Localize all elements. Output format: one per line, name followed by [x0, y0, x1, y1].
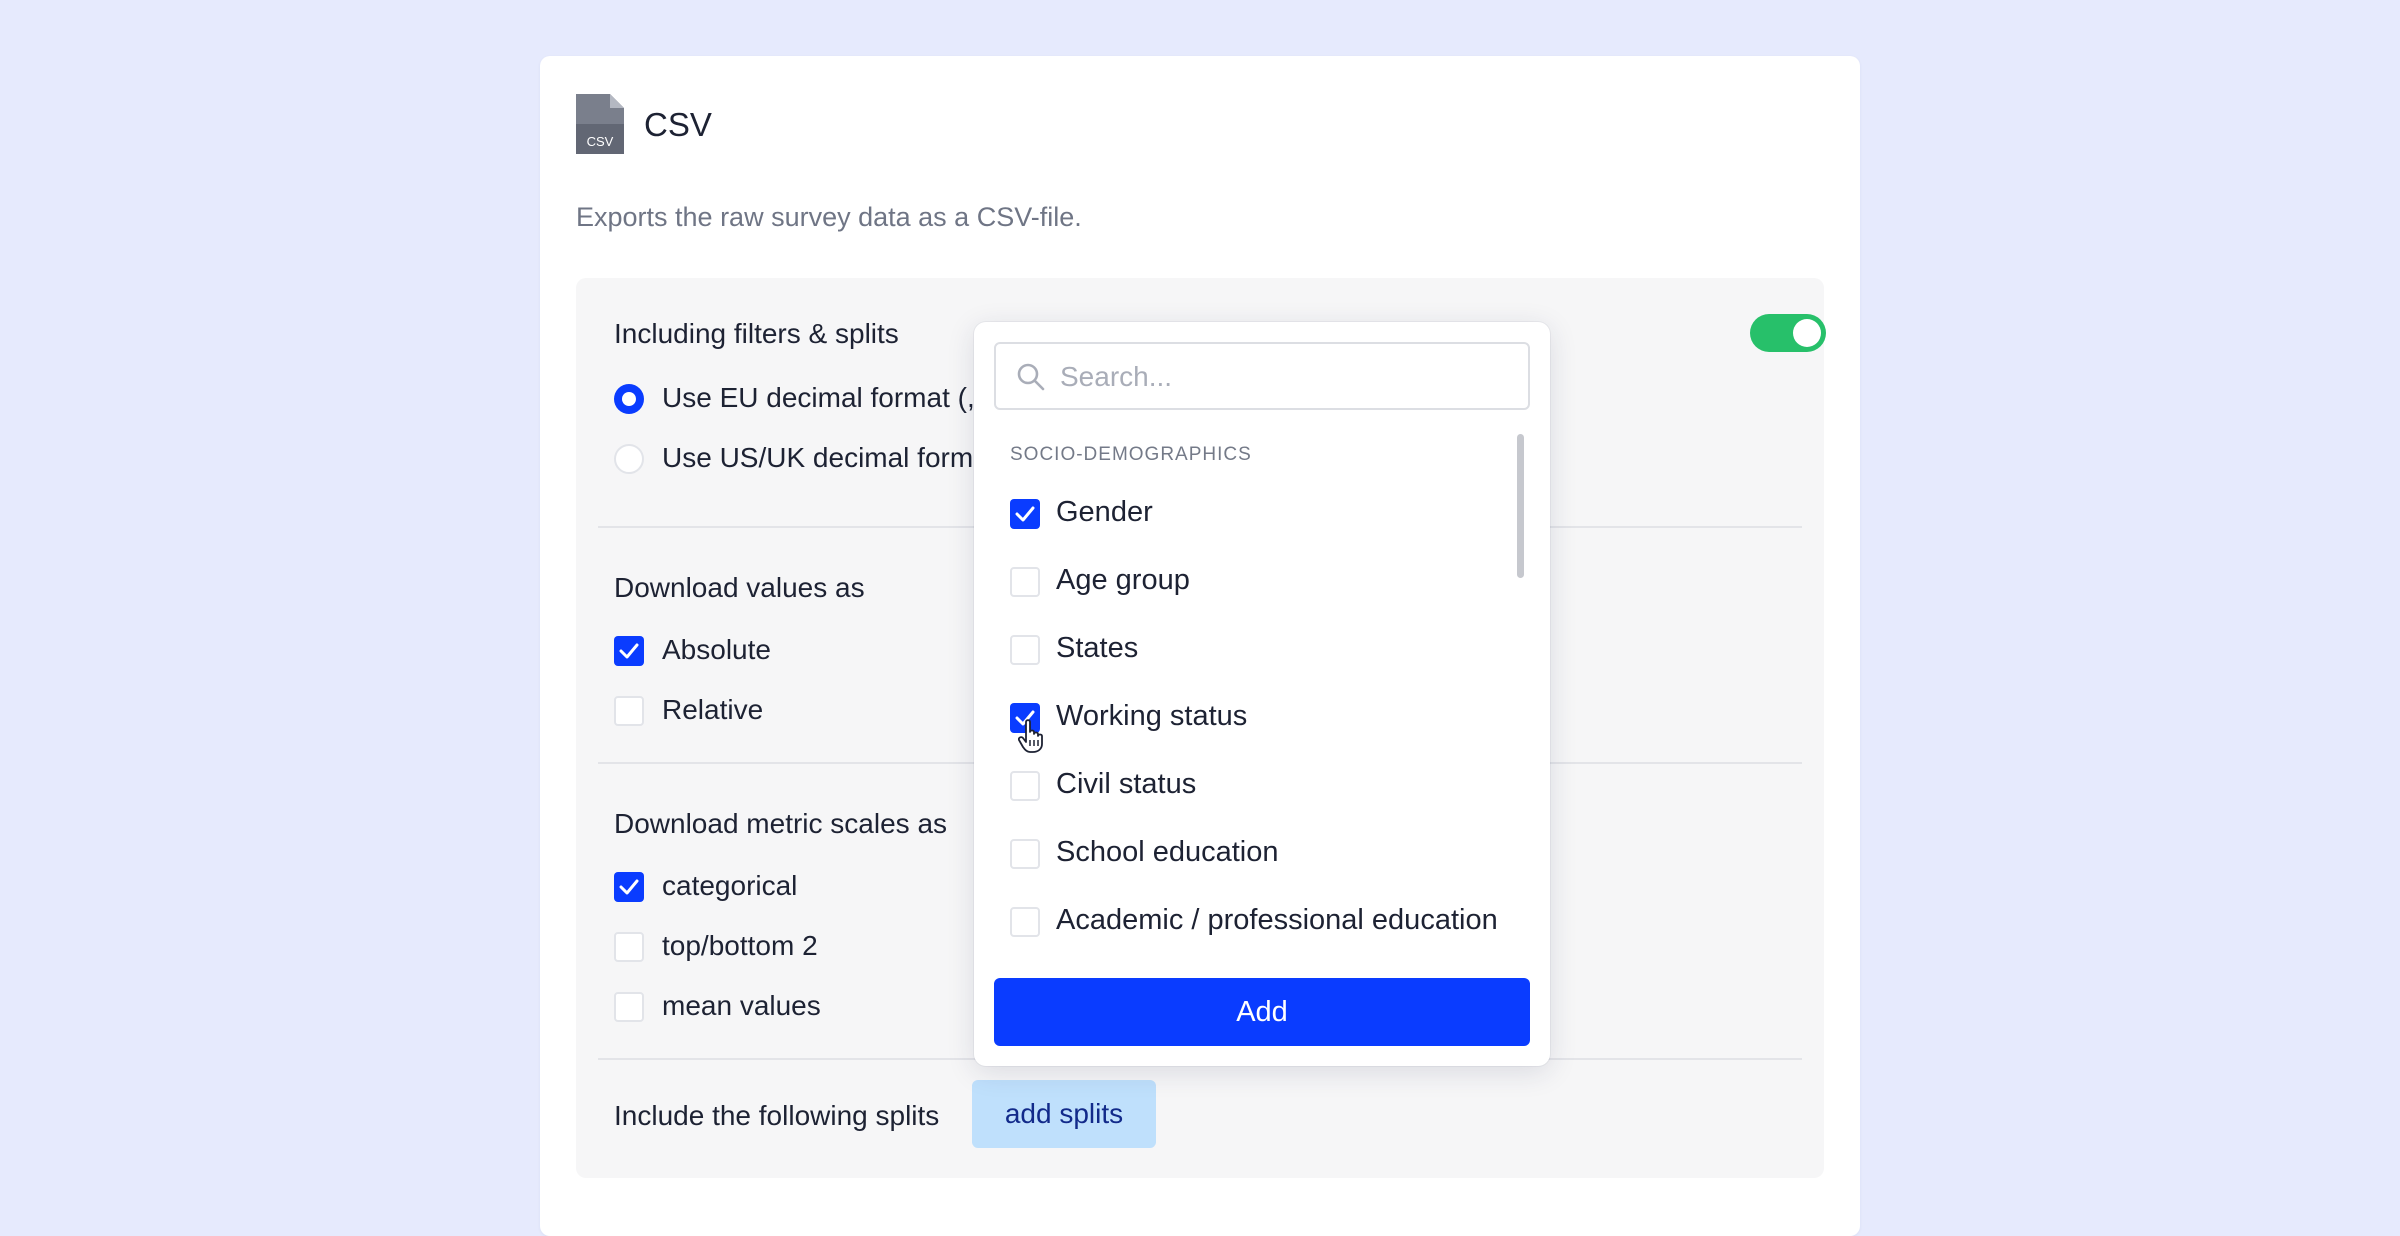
relative-label: Relative	[662, 694, 764, 725]
item-label: States	[1056, 632, 1139, 664]
item-label: Working status	[1056, 700, 1248, 732]
csv-file-icon: CSV	[576, 94, 624, 154]
card-title: CSV	[644, 106, 712, 143]
us-decimal-label: Use US/UK decimal form	[662, 442, 974, 473]
metric-heading: Download metric scales as	[614, 808, 948, 839]
school-education-checkbox[interactable]	[1010, 839, 1040, 869]
mean-values-label: mean values	[662, 990, 821, 1021]
checkmark-icon	[1015, 506, 1035, 522]
checkmark-icon	[619, 643, 639, 659]
us-decimal-radio[interactable]	[614, 444, 644, 474]
filters-splits-toggle[interactable]	[1750, 314, 1826, 352]
top-bottom-2-checkbox[interactable]	[614, 932, 644, 962]
categorical-label: categorical	[662, 870, 798, 901]
file-icon-label: CSV	[587, 134, 614, 149]
splits-label: Include the following splits	[614, 1100, 940, 1131]
gender-checkbox[interactable]	[1010, 499, 1040, 529]
top-bottom-2-label: top/bottom 2	[662, 930, 818, 961]
item-label: Academic / professional education	[1056, 904, 1498, 936]
item-label: Age group	[1056, 564, 1190, 596]
eu-decimal-radio[interactable]	[614, 384, 644, 414]
absolute-checkbox[interactable]	[614, 636, 644, 666]
add-button[interactable]: Add	[994, 978, 1530, 1046]
split-options-list: Gender Age group States Working status C…	[974, 322, 1514, 952]
eu-decimal-label: Use EU decimal format (,	[662, 382, 975, 413]
checkmark-icon	[619, 879, 639, 895]
academic-education-checkbox[interactable]	[1010, 907, 1040, 937]
card-description: Exports the raw survey data as a CSV-fil…	[576, 202, 1082, 232]
absolute-label: Absolute	[662, 634, 771, 665]
categorical-checkbox[interactable]	[614, 872, 644, 902]
item-label: Gender	[1056, 496, 1153, 528]
relative-checkbox[interactable]	[614, 696, 644, 726]
hand-pointer-icon	[1018, 719, 1043, 753]
civil-status-checkbox[interactable]	[1010, 771, 1040, 801]
mean-values-checkbox[interactable]	[614, 992, 644, 1022]
item-label: School education	[1056, 836, 1279, 868]
values-heading: Download values as	[614, 572, 865, 603]
add-splits-button[interactable]: add splits	[972, 1080, 1156, 1148]
filters-splits-label: Including filters & splits	[614, 318, 899, 349]
item-label: Civil status	[1056, 768, 1197, 800]
splits-dropdown: SOCIO-DEMOGRAPHICS Gender Age group Stat…	[974, 322, 1550, 1066]
age-group-checkbox[interactable]	[1010, 567, 1040, 597]
states-checkbox[interactable]	[1010, 635, 1040, 665]
scrollbar-thumb[interactable]	[1517, 434, 1524, 578]
